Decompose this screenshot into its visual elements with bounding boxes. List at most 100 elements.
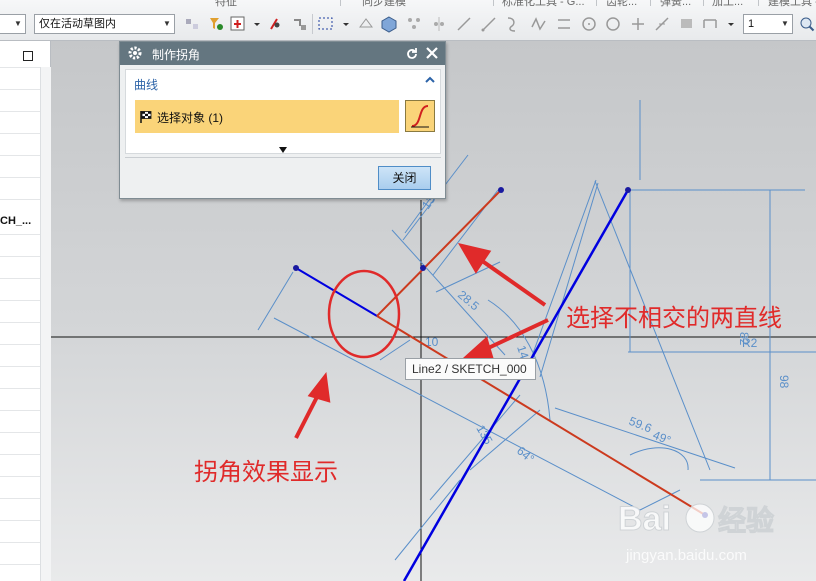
zoom-icon[interactable] <box>798 15 816 33</box>
offset-curve-icon[interactable] <box>555 15 573 33</box>
nav-row-divider <box>0 410 40 411</box>
ribbon-separator <box>340 0 341 6</box>
toolbar-separator <box>312 14 313 34</box>
dimension-label[interactable]: 82 <box>737 332 751 346</box>
nav-row-divider <box>0 300 40 301</box>
dimension-line <box>539 182 599 378</box>
panel-maximize-icon[interactable] <box>23 51 33 61</box>
ribbon-group-feature[interactable]: 特征 <box>215 0 237 9</box>
snap-settings-icon[interactable] <box>229 15 247 33</box>
chevron-down-icon[interactable] <box>248 15 260 33</box>
dimension-label[interactable]: 64° <box>514 444 537 467</box>
shaded-body-icon[interactable] <box>380 15 398 33</box>
dimension-label[interactable]: 59.6 <box>627 414 654 436</box>
snap-point-icon[interactable] <box>183 15 201 33</box>
extend-icon[interactable] <box>678 15 696 33</box>
count-field[interactable]: 1 ▼ <box>743 14 793 34</box>
dimension-line <box>257 271 294 331</box>
expand-more-icon[interactable] <box>278 146 288 154</box>
annotation-arrows <box>294 243 549 439</box>
ribbon-group-labels: 特征 同步建模 标准化工具 - G... 齿轮... 弹簧... 加工... 建… <box>0 0 816 9</box>
ribbon-separator <box>650 0 651 6</box>
arrow-head <box>457 243 492 274</box>
resource-navigator-panel: CH_... <box>0 41 51 581</box>
ribbon-group-sync-modeling[interactable]: 同步建模 <box>362 0 406 9</box>
nav-item-sketch[interactable]: CH_... <box>0 215 31 227</box>
watermark-url: jingyan.baidu.com <box>625 547 747 564</box>
panel-scrollbar[interactable] <box>40 67 51 581</box>
mirror-icon[interactable] <box>430 15 448 33</box>
curve-select-button[interactable] <box>405 100 435 132</box>
sketch-endpoint[interactable] <box>625 187 631 193</box>
pattern-icon[interactable] <box>405 15 423 33</box>
nav-row-divider <box>0 344 40 345</box>
sketch-line-selected-lower[interactable] <box>376 315 706 516</box>
point-icon[interactable] <box>629 15 647 33</box>
arrow-head <box>461 336 495 363</box>
nav-row-divider <box>0 155 40 156</box>
nav-row-divider <box>0 278 40 279</box>
scope-filter-dropdown[interactable]: 仅在活动草图内 ▼ <box>34 14 175 34</box>
inferred-constraint-icon[interactable] <box>291 15 309 33</box>
line-icon[interactable] <box>455 15 473 33</box>
dimension-line <box>429 394 521 501</box>
nav-row-divider <box>0 89 40 90</box>
sketch-line-blue-left[interactable] <box>295 267 378 317</box>
chevron-down-icon[interactable] <box>337 15 349 33</box>
select-object-row[interactable]: 选择对象 (1) <box>135 100 399 133</box>
dimension-line <box>523 179 597 379</box>
ribbon-group-gear[interactable]: 齿轮... <box>606 0 637 9</box>
dimension-label[interactable]: 28.5 <box>455 288 482 314</box>
ribbon-group-machining[interactable]: 加工... <box>712 0 743 9</box>
selection-filter-dropdown[interactable]: ▼ <box>0 14 26 34</box>
sketch-endpoint[interactable] <box>420 265 426 271</box>
baidu-watermark: Bai 经验 jingyan.baidu.com <box>612 490 812 574</box>
paw-icon <box>685 503 715 533</box>
ribbon-group-standard-tools[interactable]: 标准化工具 - G... <box>502 0 585 9</box>
nav-row-divider <box>0 564 40 565</box>
dimension-label[interactable]: 98 <box>777 375 791 389</box>
wireframe-icon[interactable] <box>357 15 375 33</box>
sketch-line-blue-long[interactable] <box>402 189 630 581</box>
checkered-flag-icon <box>140 111 152 123</box>
ribbon-separator <box>703 0 704 6</box>
chevron-down-icon: ▼ <box>163 19 171 28</box>
arrow-shaft <box>476 256 547 307</box>
ribbon-group-spring[interactable]: 弹簧... <box>660 0 691 9</box>
ellipse-icon[interactable] <box>604 15 622 33</box>
nav-row-divider <box>0 454 40 455</box>
studio-spline-icon[interactable] <box>530 15 548 33</box>
dialog-divider <box>125 157 441 158</box>
gear-icon[interactable] <box>127 45 143 61</box>
filter-point-icon[interactable] <box>207 15 225 33</box>
ribbon-separator <box>758 0 759 6</box>
dimension-label[interactable]: 49° <box>651 428 673 448</box>
box-select-icon[interactable] <box>317 15 335 33</box>
chevron-up-icon[interactable] <box>424 74 436 86</box>
point-constraint-icon[interactable] <box>267 15 285 33</box>
nav-row-divider <box>0 67 40 68</box>
nav-row-divider <box>0 133 40 134</box>
object-tooltip: Line2 / SKETCH_000 <box>405 358 536 380</box>
sketch-endpoint[interactable] <box>498 187 504 193</box>
sketch-endpoint[interactable] <box>293 265 299 271</box>
arc-icon[interactable] <box>504 15 522 33</box>
circle-icon[interactable] <box>580 15 598 33</box>
quick-dimension-icon[interactable] <box>701 15 719 33</box>
ribbon-group-modeling-tools[interactable]: 建模工具 - ... <box>768 0 816 9</box>
arc-line-icon[interactable] <box>480 15 498 33</box>
chevron-down-icon[interactable] <box>722 15 734 33</box>
nav-row-divider <box>0 234 40 235</box>
nav-row-divider <box>0 520 40 521</box>
dialog-title-bar[interactable]: 制作拐角 <box>120 42 445 65</box>
close-button[interactable]: 关闭 <box>378 166 431 190</box>
dimension-line <box>394 479 461 561</box>
chevron-down-icon: ▼ <box>14 19 22 28</box>
reset-icon[interactable] <box>404 46 420 62</box>
trim-icon[interactable] <box>653 15 671 33</box>
nav-row-divider <box>0 199 40 200</box>
section-title[interactable]: 曲线 <box>134 76 158 93</box>
curve-section: 曲线 选择对象 (1) <box>125 69 441 154</box>
close-icon[interactable] <box>424 45 440 61</box>
baidu-logo: Bai 经验 jingyan.baidu.com <box>618 500 775 565</box>
